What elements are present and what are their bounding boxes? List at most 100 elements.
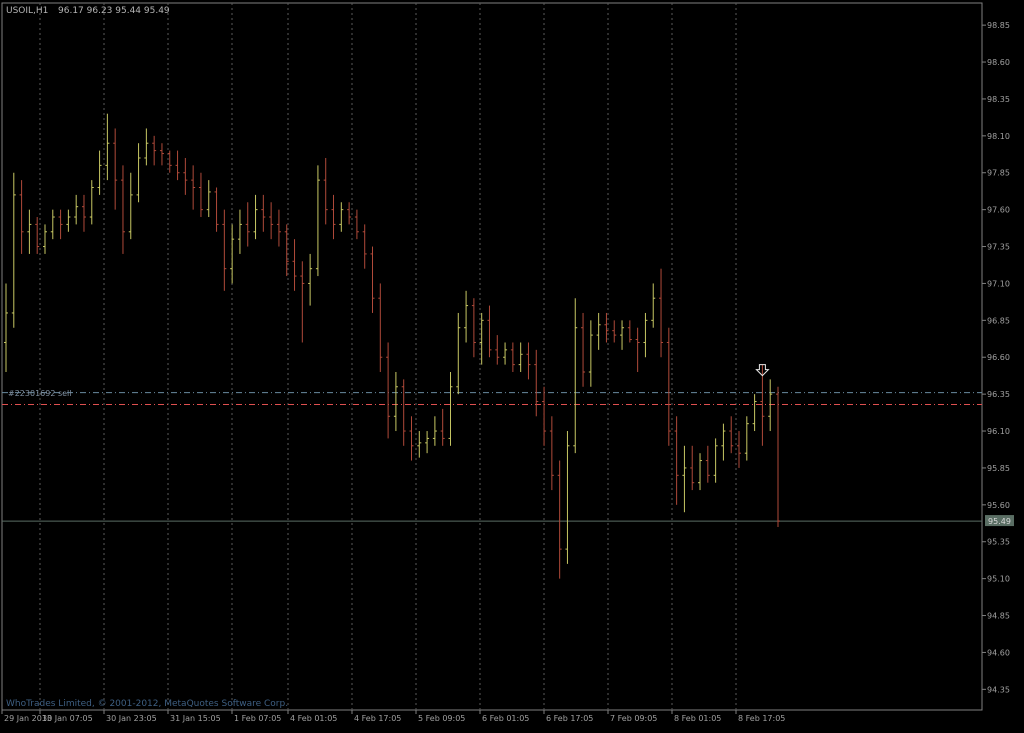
time-tick-label: 5 Feb 09:05 bbox=[418, 714, 465, 723]
price-bar bbox=[4, 283, 8, 372]
time-tick-label: 8 Feb 17:05 bbox=[738, 714, 785, 723]
price-bar bbox=[573, 298, 578, 454]
price-bar bbox=[253, 194, 258, 240]
price-bar bbox=[378, 283, 383, 372]
price-bar bbox=[510, 342, 515, 372]
time-axis: 29 Jan 201330 Jan 07:05 30 Jan 23:05 31 Ja… bbox=[1, 710, 785, 723]
price-bar bbox=[651, 283, 656, 328]
price-bar bbox=[440, 408, 445, 446]
price-bar bbox=[448, 371, 453, 446]
time-tick-label: 6 Feb 17:05 bbox=[546, 714, 593, 723]
price-tick-label: 96.85 bbox=[987, 316, 1010, 325]
price-bar bbox=[214, 187, 219, 232]
price-bar bbox=[11, 172, 16, 328]
price-bar bbox=[401, 379, 406, 446]
price-bar bbox=[674, 416, 679, 505]
price-bar bbox=[300, 261, 305, 343]
time-tick-label: 30 Jan 07:05 bbox=[42, 714, 93, 723]
price-bar bbox=[206, 180, 211, 218]
ohlc-readout: 96.17 96.23 95.44 95.49 bbox=[58, 6, 170, 16]
price-bar bbox=[89, 180, 94, 225]
chart-canvas[interactable]: 98.85 98.60 98.35 98.10 97.85 97.60 97.35 97.10… bbox=[0, 0, 1024, 729]
price-bar bbox=[432, 416, 437, 446]
price-bar bbox=[269, 202, 274, 240]
price-chart[interactable]: 98.85 98.60 98.35 98.10 97.85 97.60 97.35 97.10… bbox=[0, 0, 1024, 729]
price-bar bbox=[81, 194, 86, 232]
price-bar bbox=[19, 180, 24, 254]
price-tick-label: 95.35 bbox=[987, 538, 1010, 547]
price-bar bbox=[261, 194, 266, 232]
price-tick-label: 95.85 bbox=[987, 464, 1010, 473]
price-tick-label: 97.10 bbox=[987, 279, 1010, 288]
price-bar bbox=[230, 224, 235, 284]
price-bar bbox=[526, 342, 531, 380]
price-tick-label: 97.60 bbox=[987, 206, 1010, 215]
price-bar bbox=[666, 327, 671, 446]
price-bar bbox=[760, 364, 765, 446]
price-bar bbox=[113, 128, 118, 210]
price-bar bbox=[315, 165, 320, 277]
price-axis: 98.85 98.60 98.35 98.10 97.85 97.60 97.35 97.10… bbox=[982, 21, 1010, 694]
price-bar bbox=[627, 320, 632, 343]
price-bar bbox=[409, 416, 414, 461]
price-bar bbox=[354, 209, 359, 240]
order-label[interactable]: #22301692 sell bbox=[8, 389, 72, 398]
price-bar bbox=[105, 113, 110, 181]
price-bar bbox=[596, 312, 601, 350]
price-bar bbox=[495, 335, 500, 365]
time-tick-label: 4 Feb 17:05 bbox=[354, 714, 401, 723]
price-bar bbox=[698, 453, 703, 491]
price-bar bbox=[549, 416, 554, 491]
price-bar bbox=[152, 135, 157, 166]
price-bar bbox=[331, 194, 336, 240]
price-bar bbox=[542, 386, 547, 446]
price-bar bbox=[518, 342, 523, 372]
time-tick-label: 8 Feb 01:05 bbox=[674, 714, 721, 723]
price-tick-label: 94.85 bbox=[987, 612, 1010, 621]
price-bar bbox=[705, 445, 710, 483]
price-bar bbox=[487, 305, 492, 358]
price-bar bbox=[191, 165, 196, 210]
time-tick-label: 1 Feb 07:05 bbox=[234, 714, 281, 723]
price-bar bbox=[120, 165, 125, 254]
time-tick-label: 30 Jan 23:05 bbox=[106, 714, 157, 723]
price-bar bbox=[635, 327, 640, 372]
price-bar bbox=[237, 209, 242, 254]
price-bar bbox=[370, 246, 375, 313]
price-bar bbox=[42, 224, 47, 254]
price-bar bbox=[417, 431, 422, 458]
price-bar bbox=[97, 150, 102, 195]
price-bar bbox=[713, 438, 718, 483]
price-bar bbox=[245, 202, 250, 247]
price-bar bbox=[50, 209, 55, 240]
current-price-label: 95.49 bbox=[985, 515, 1014, 527]
price-bar bbox=[144, 128, 149, 166]
price-bar bbox=[565, 431, 570, 564]
current-price-value: 95.49 bbox=[988, 517, 1011, 526]
price-bar bbox=[222, 209, 227, 291]
price-bar bbox=[183, 157, 188, 195]
price-bar bbox=[175, 150, 180, 181]
time-tick-label: 31 Jan 15:05 bbox=[170, 714, 221, 723]
price-bar bbox=[534, 349, 539, 417]
price-bar bbox=[471, 298, 476, 358]
price-bar bbox=[136, 143, 141, 203]
price-bar bbox=[339, 202, 344, 232]
price-bar bbox=[74, 194, 79, 225]
price-tick-label: 96.10 bbox=[987, 427, 1010, 436]
copyright-text: WhoTrades Limited, © 2001-2012, MetaQuot… bbox=[6, 699, 288, 709]
price-tick-label: 94.60 bbox=[987, 648, 1010, 657]
candlestick-series bbox=[4, 113, 780, 579]
price-tick-label: 97.85 bbox=[987, 169, 1010, 178]
price-bar bbox=[690, 445, 695, 491]
price-bar bbox=[729, 416, 734, 454]
price-tick-label: 97.35 bbox=[987, 243, 1010, 252]
price-bar bbox=[581, 312, 586, 387]
price-bar bbox=[425, 431, 430, 454]
price-bar bbox=[464, 290, 469, 343]
price-tick-label: 98.10 bbox=[987, 132, 1010, 141]
price-bar bbox=[612, 320, 617, 343]
price-bar bbox=[744, 416, 749, 461]
price-tick-label: 94.35 bbox=[987, 685, 1010, 694]
plot-frame bbox=[1, 2, 983, 711]
